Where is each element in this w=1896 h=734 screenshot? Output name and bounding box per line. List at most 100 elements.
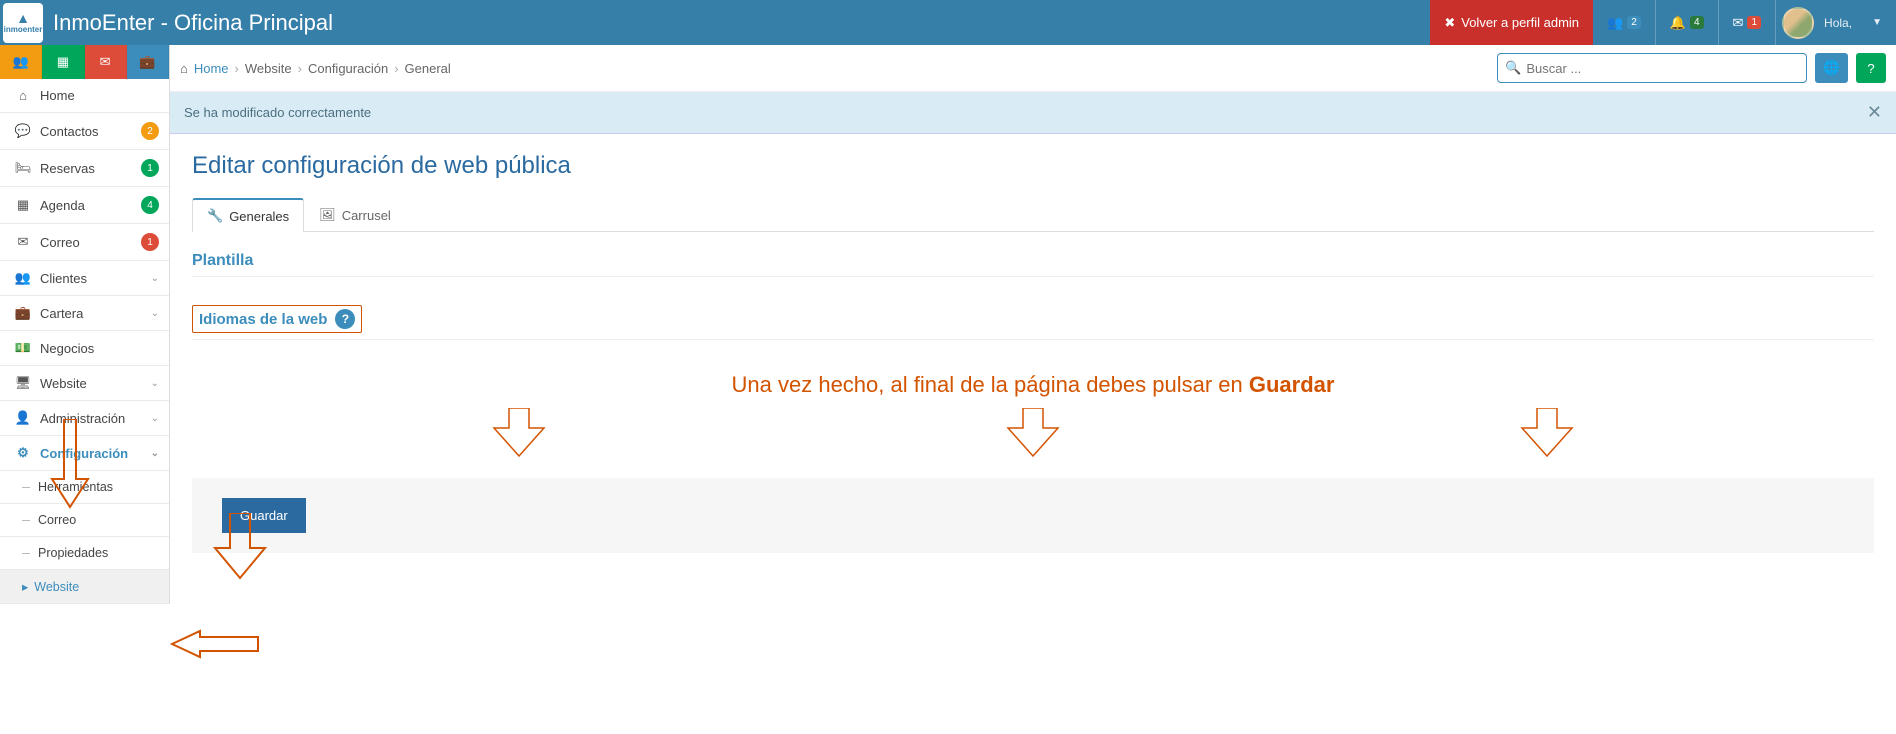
- tab-carrusel[interactable]: 🖼 Carrusel: [304, 198, 406, 231]
- sidebar-badge: 2: [141, 122, 159, 140]
- nav-icon: ⌂: [12, 88, 34, 103]
- greeting: Hola,: [1824, 16, 1852, 30]
- topbar: ▲ inmoenter InmoEnter - Oficina Principa…: [0, 0, 1896, 45]
- sidebar-item-clientes[interactable]: 👥Clientes⌄: [0, 261, 169, 296]
- save-bar: Guardar: [192, 478, 1874, 553]
- sidebar-item-negocios[interactable]: 💵Negocios: [0, 331, 169, 366]
- arrow-down-icon: [1003, 408, 1063, 458]
- logo-text: inmoenter: [4, 25, 43, 34]
- sidebar-item-agenda[interactable]: ▦Agenda4: [0, 187, 169, 224]
- caret-down-icon: ▼: [1872, 17, 1882, 28]
- quick-contacts-button[interactable]: 👥: [0, 45, 42, 79]
- subnav-item-label: Website: [34, 580, 79, 594]
- nav-icon: 🛏: [12, 160, 34, 176]
- users-button[interactable]: 👥 2: [1593, 0, 1655, 45]
- arrow-down-icon: [489, 408, 549, 458]
- tab-generales-label: Generales: [229, 209, 289, 224]
- annotation-arrows-row: [262, 408, 1804, 458]
- sidebar-item-correo[interactable]: ✉Correo1: [0, 224, 169, 261]
- sidebar-item-label: Agenda: [40, 198, 141, 213]
- subnav: Herramientas Correo Propiedades Website: [0, 471, 169, 604]
- nav-icon: ⚙: [12, 445, 34, 461]
- calendar-icon: ▦: [57, 54, 69, 70]
- chevron-down-icon: ⌄: [151, 308, 159, 319]
- sidebar-item-reservas[interactable]: 🛏Reservas1: [0, 150, 169, 187]
- nav: ⌂Home💬Contactos2🛏Reservas1▦Agenda4✉Corre…: [0, 79, 169, 604]
- quick-calendar-button[interactable]: ▦: [42, 45, 84, 79]
- back-to-admin-button[interactable]: ✖ Volver a perfil admin: [1430, 0, 1593, 45]
- tabs: 🔧 Generales 🖼 Carrusel: [192, 198, 1874, 232]
- subnav-item-propiedades[interactable]: Propiedades: [0, 537, 169, 570]
- nav-icon: ✉: [12, 234, 34, 250]
- app-title: InmoEnter - Oficina Principal: [53, 10, 333, 36]
- sidebar-item-label: Contactos: [40, 124, 141, 139]
- envelope-icon: ✉: [1733, 15, 1744, 31]
- section-idiomas-highlight: Idiomas de la web ?: [192, 305, 362, 333]
- divider: [192, 276, 1874, 277]
- question-icon: ?: [1867, 61, 1874, 76]
- subnav-item-website[interactable]: Website: [0, 570, 169, 604]
- user-menu[interactable]: Hola, ▼: [1776, 0, 1896, 45]
- sidebar-item-label: Clientes: [40, 271, 151, 286]
- image-icon: 🖼: [319, 207, 336, 223]
- bell-icon: 🔔: [1670, 15, 1686, 31]
- close-icon: ✖: [1444, 15, 1455, 31]
- sidebar-item-contactos[interactable]: 💬Contactos2: [0, 113, 169, 150]
- breadcrumb: ⌂ Home › Website › Configuración › Gener…: [180, 61, 451, 76]
- sidebar-badge: 1: [141, 233, 159, 251]
- tab-generales[interactable]: 🔧 Generales: [192, 198, 304, 232]
- sidebar-item-administración[interactable]: 👤Administración⌄: [0, 401, 169, 436]
- annotation-pre: Una vez hecho, al final de la página deb…: [732, 372, 1249, 397]
- notifications-button[interactable]: 🔔 4: [1656, 0, 1718, 45]
- search-box: 🔍: [1497, 53, 1807, 83]
- quick-briefcase-button[interactable]: 💼: [127, 45, 169, 79]
- help-idiomas-button[interactable]: ?: [335, 309, 355, 329]
- users-icon: 👥: [13, 54, 29, 70]
- sidebar-item-website[interactable]: 🖥Website⌄: [0, 366, 169, 401]
- chevron-right-icon: ›: [235, 61, 239, 76]
- sidebar-item-label: Home: [40, 88, 159, 103]
- toolbar-row: ⌂ Home › Website › Configuración › Gener…: [170, 45, 1896, 92]
- chevron-down-icon: ⌄: [151, 413, 159, 424]
- sidebar: 👥 ▦ ✉ 💼 ⌂Home💬Contactos2🛏Reservas1▦Agend…: [0, 45, 170, 604]
- annotation-arrow-left-icon: [170, 629, 260, 659]
- logo[interactable]: ▲ inmoenter: [3, 3, 43, 43]
- sidebar-item-label: Negocios: [40, 341, 159, 356]
- sidebar-item-cartera[interactable]: 💼Cartera⌄: [0, 296, 169, 331]
- users-icon: 👥: [1607, 15, 1623, 31]
- annotation-bold: Guardar: [1249, 372, 1335, 397]
- globe-button[interactable]: 🌐: [1815, 53, 1848, 83]
- sidebar-item-home[interactable]: ⌂ Home: [0, 79, 169, 113]
- wrench-icon: 🔧: [207, 208, 223, 224]
- quick-mail-button[interactable]: ✉: [85, 45, 127, 79]
- arrow-down-icon: [1517, 408, 1577, 458]
- topbar-left: ▲ inmoenter InmoEnter - Oficina Principa…: [0, 3, 333, 43]
- chevron-down-icon: ⌄: [151, 448, 159, 459]
- help-button[interactable]: ?: [1856, 53, 1886, 83]
- breadcrumb-website[interactable]: Website: [245, 61, 292, 76]
- sidebar-item-label: Configuración: [40, 446, 151, 461]
- subnav-item-correo[interactable]: Correo: [0, 504, 169, 537]
- chevron-right-icon: ›: [298, 61, 302, 76]
- quickbar: 👥 ▦ ✉ 💼: [0, 45, 169, 79]
- subnav-item-herramientas[interactable]: Herramientas: [0, 471, 169, 504]
- toolbar-right: 🔍 🌐 ?: [1497, 53, 1886, 83]
- main: ⌂ Home › Website › Configuración › Gener…: [170, 45, 1896, 604]
- nav-icon: 👤: [12, 410, 34, 426]
- breadcrumb-configuracion[interactable]: Configuración: [308, 61, 388, 76]
- breadcrumb-home[interactable]: Home: [194, 61, 229, 76]
- save-button[interactable]: Guardar: [222, 498, 306, 533]
- sidebar-item-configuración[interactable]: ⚙ Configuración⌄: [0, 436, 169, 471]
- page-title: Editar configuración de web pública: [192, 152, 1874, 180]
- logo-icon: ▲: [16, 11, 30, 25]
- chevron-down-icon: ⌄: [151, 378, 159, 389]
- nav-icon: 💼: [12, 305, 34, 321]
- subnav-item-label: Herramientas: [38, 480, 113, 494]
- subnav-item-label: Propiedades: [38, 546, 108, 560]
- alert-close-button[interactable]: ✕: [1867, 102, 1882, 123]
- messages-button[interactable]: ✉ 1: [1719, 0, 1775, 45]
- section-idiomas-label: Idiomas de la web: [199, 311, 327, 328]
- search-input[interactable]: [1497, 53, 1807, 83]
- home-icon: ⌂: [180, 61, 188, 76]
- envelope-icon: ✉: [100, 54, 111, 70]
